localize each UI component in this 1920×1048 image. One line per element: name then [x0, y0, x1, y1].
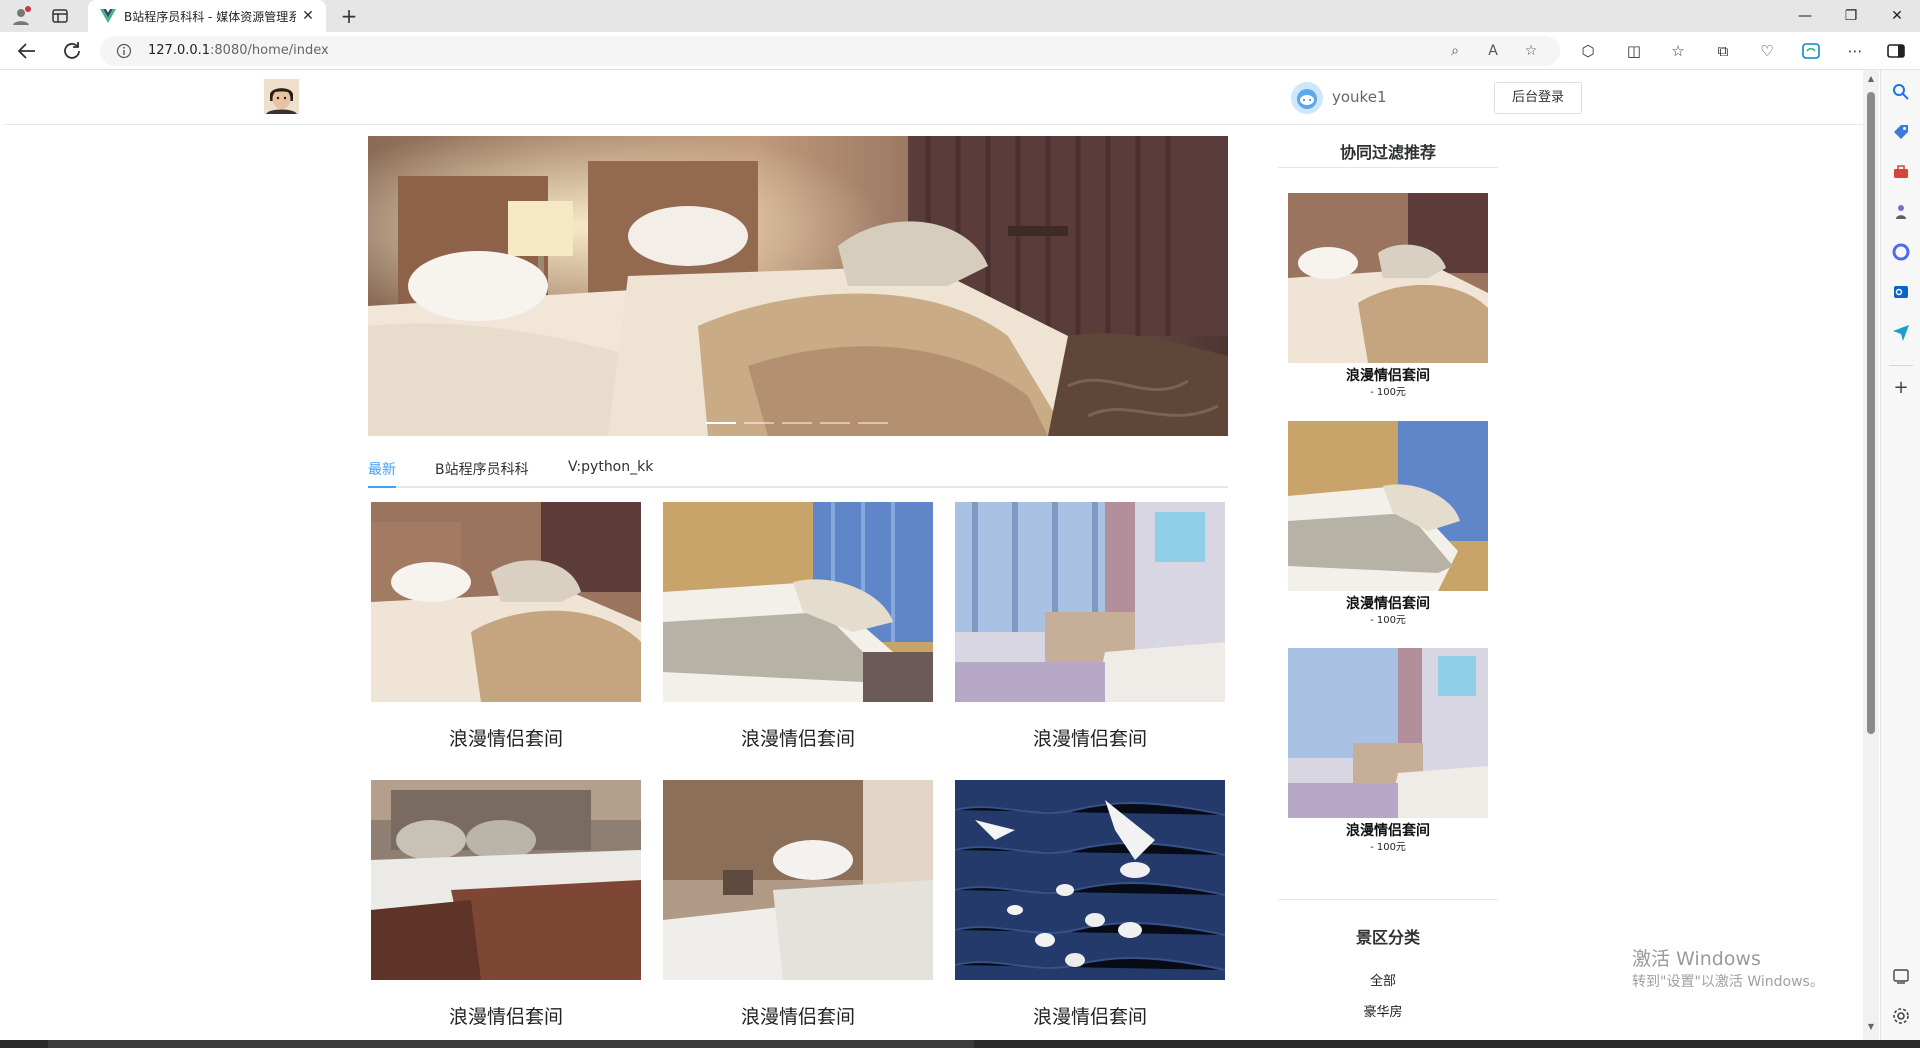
carousel-indicator[interactable] [858, 422, 888, 424]
sidebar-toggle-icon[interactable] [1886, 41, 1906, 61]
room-card-title[interactable]: 浪漫情侣套间 [371, 724, 641, 751]
tab-python-kk[interactable]: V:python_kk [568, 459, 653, 475]
microsoft-365-icon[interactable] [1891, 242, 1911, 262]
browser-side-panel: + [1880, 70, 1920, 1040]
close-window-button[interactable]: ✕ [1874, 0, 1920, 32]
send-icon[interactable] [1891, 322, 1911, 342]
recommend-item-image[interactable] [1288, 193, 1488, 363]
recommend-heading: 协同过滤推荐 [1339, 143, 1436, 162]
tab-latest[interactable]: 最新 [368, 459, 396, 479]
activation-watermark-title: 激活 Windows [1632, 948, 1761, 970]
immersive-reader-icon[interactable]: ⌕ [1446, 42, 1464, 60]
performance-icon[interactable]: ♡ [1757, 41, 1777, 61]
room-card-title[interactable]: 浪漫情侣套间 [663, 1002, 933, 1029]
recommend-item-name[interactable]: 浪漫情侣套间 [1288, 365, 1488, 385]
address-bar[interactable]: 127.0.0.1:8080/home/index ⌕ A ☆ [100, 36, 1560, 66]
carousel-indicator[interactable] [744, 422, 774, 424]
carousel-indicator[interactable] [820, 422, 850, 424]
category-item[interactable]: 全部 [1278, 970, 1488, 989]
restore-button[interactable]: ❐ [1828, 0, 1874, 32]
os-taskbar [0, 1040, 1920, 1048]
activation-watermark-subtitle: 转到"设置"以激活 Windows。 [1632, 974, 1824, 990]
address-path: :8080/home/index [210, 43, 329, 58]
screenshot-icon[interactable] [1891, 966, 1911, 986]
workspaces-icon[interactable] [50, 6, 70, 26]
scroll-down-icon[interactable]: ▼ [1866, 1022, 1876, 1031]
room-card-image[interactable] [371, 502, 641, 702]
carousel-indicators [706, 422, 896, 426]
extensions-icon[interactable]: ⬡ [1578, 41, 1598, 61]
add-icon[interactable]: + [1891, 378, 1911, 398]
recommend-item-name[interactable]: 浪漫情侣套间 [1288, 593, 1488, 613]
more-icon[interactable]: ⋯ [1845, 41, 1865, 61]
browser-toolbar: 127.0.0.1:8080/home/index ⌕ A ☆ ⬡ ◫ ☆ ⧉ … [0, 32, 1920, 70]
minimize-button[interactable]: — [1782, 0, 1828, 32]
divider [1278, 899, 1498, 900]
category-item[interactable]: 豪华房 [1278, 1001, 1488, 1020]
recommend-item-image[interactable] [1288, 648, 1488, 818]
taskbar-app[interactable] [48, 1040, 974, 1048]
recommend-item-price: - 100元 [1370, 387, 1406, 398]
room-card-title[interactable]: 浪漫情侣套间 [371, 1002, 641, 1029]
read-aloud-icon[interactable]: A [1484, 42, 1502, 60]
browser-tab-strip: B站程序员科科 - 媒体资源管理系 ✕ + — ❐ ✕ [0, 0, 1920, 32]
side-panel-divider [1889, 365, 1913, 366]
favorites-icon[interactable]: ☆ [1668, 41, 1688, 61]
address-host: 127.0.0.1 [148, 43, 211, 58]
carousel-slide-image [368, 136, 1228, 436]
room-card-title[interactable]: 浪漫情侣套间 [955, 1002, 1225, 1029]
split-screen-icon[interactable]: ◫ [1624, 41, 1644, 61]
room-card-image[interactable] [663, 780, 933, 980]
games-icon[interactable] [1891, 202, 1911, 222]
tab-title: B站程序员科科 - 媒体资源管理系 [124, 10, 296, 24]
close-tab-icon[interactable]: ✕ [300, 8, 316, 24]
copilot-icon[interactable] [1801, 41, 1821, 61]
recommend-item-name[interactable]: 浪漫情侣套间 [1288, 820, 1488, 840]
tools-icon[interactable] [1891, 162, 1911, 182]
site-info-icon[interactable] [116, 43, 132, 59]
active-tab-indicator [368, 486, 396, 488]
user-avatar[interactable] [1291, 82, 1323, 114]
category-heading: 景区分类 [1355, 928, 1420, 947]
room-card-image[interactable] [955, 780, 1225, 980]
divider [1278, 167, 1498, 168]
recommend-item-image[interactable] [1288, 421, 1488, 591]
room-card-image[interactable] [371, 780, 641, 980]
recommend-item-price: - 100元 [1370, 615, 1406, 626]
room-card-title[interactable]: 浪漫情侣套间 [663, 724, 933, 751]
recommend-item-price: - 100元 [1370, 842, 1406, 853]
vue-favicon-icon [100, 8, 116, 24]
hero-carousel[interactable] [368, 136, 1228, 436]
scroll-up-icon[interactable]: ▲ [1866, 74, 1876, 83]
username[interactable]: youke1 [1332, 88, 1387, 106]
outlook-icon[interactable] [1891, 282, 1911, 302]
collections-icon[interactable]: ⧉ [1713, 41, 1733, 61]
room-card-image[interactable] [663, 502, 933, 702]
carousel-indicator[interactable] [706, 422, 736, 424]
address-url[interactable]: 127.0.0.1:8080/home/index [148, 43, 329, 58]
recommend-panel: 协同过滤推荐 浪漫情侣套间 - 100元 浪漫情侣套间 - 100元 浪漫情侣套… [1278, 127, 1498, 913]
site-logo[interactable] [264, 79, 299, 114]
room-card-image[interactable] [955, 502, 1225, 702]
refresh-icon[interactable] [60, 39, 84, 63]
page-scrollbar[interactable]: ▲ ▼ [1863, 70, 1879, 1040]
scrollbar-thumb[interactable] [1867, 92, 1875, 734]
admin-login-button[interactable]: 后台登录 [1494, 82, 1582, 114]
shopping-tag-icon[interactable] [1891, 122, 1911, 142]
back-arrow-icon[interactable] [15, 39, 39, 63]
star-icon[interactable]: ☆ [1522, 42, 1540, 60]
new-tab-button[interactable]: + [338, 5, 360, 27]
search-icon[interactable] [1891, 82, 1911, 102]
room-card-title[interactable]: 浪漫情侣套间 [955, 724, 1225, 751]
content-tabs: 最新 B站程序员科科 V:python_kk [368, 452, 1228, 488]
site-header: youke1 后台登录 [4, 71, 1863, 125]
settings-gear-icon[interactable] [1891, 1006, 1911, 1026]
carousel-indicator[interactable] [782, 422, 812, 424]
profile-icon[interactable] [10, 5, 32, 27]
tab-bilibili[interactable]: B站程序员科科 [435, 459, 529, 479]
browser-tab[interactable]: B站程序员科科 - 媒体资源管理系 ✕ [88, 0, 326, 32]
